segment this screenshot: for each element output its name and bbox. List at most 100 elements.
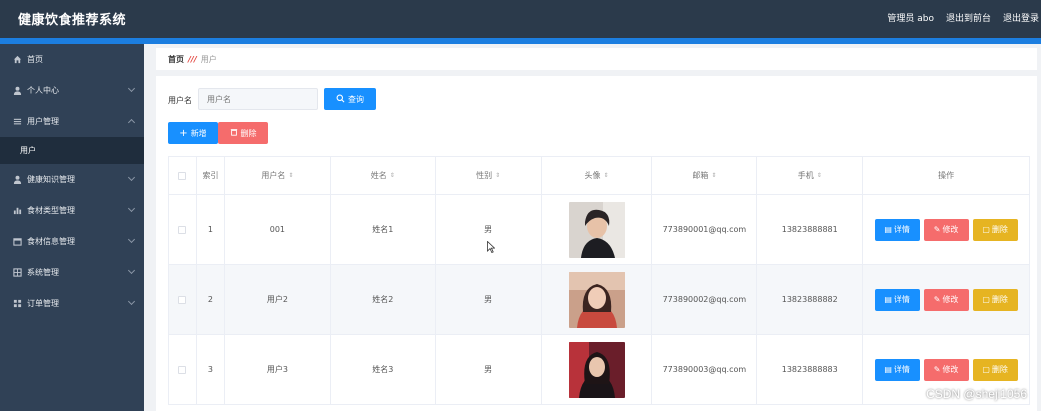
cell-gender: 男 bbox=[436, 265, 542, 334]
header-label: 邮箱 bbox=[692, 171, 709, 180]
breadcrumb-current: 用户 bbox=[200, 54, 217, 64]
trash-icon: ▢ bbox=[982, 225, 990, 234]
trash-icon: ▢ bbox=[982, 295, 990, 304]
delete-button[interactable]: ▢ 删除 bbox=[972, 218, 1018, 241]
table-row: 3 用户3 姓名3 男 773890003@qq.com 13823888883 bbox=[169, 335, 1030, 405]
cell-phone: 13823888882 bbox=[757, 265, 864, 334]
delete-label: 删除 bbox=[991, 295, 1008, 304]
sort-icon: ⇕ bbox=[816, 172, 822, 179]
row-checkbox[interactable] bbox=[178, 225, 187, 234]
detail-button[interactable]: ▤ 详情 bbox=[874, 288, 920, 311]
admin-label: 管理员 abo bbox=[887, 14, 934, 24]
cell-phone: 13823888881 bbox=[757, 195, 864, 264]
back-to-front-link[interactable]: 退出到前台 bbox=[946, 11, 991, 24]
chevron-down-icon bbox=[127, 266, 136, 275]
delete-label: 删除 bbox=[991, 365, 1008, 374]
cell-actions: ▤ 详情 ✎ 修改 ▢ 删除 bbox=[863, 195, 1030, 264]
add-button[interactable]: + 新增 bbox=[168, 122, 218, 144]
detail-button[interactable]: ▤ 详情 bbox=[874, 218, 920, 241]
list-icon bbox=[12, 117, 22, 127]
edit-button[interactable]: ✎ 修改 bbox=[923, 218, 969, 241]
user-icon bbox=[12, 86, 22, 96]
logout-link[interactable]: 退出登录 bbox=[1003, 11, 1039, 24]
header-actions: 操作 bbox=[863, 157, 1030, 194]
sort-icon: ⇕ bbox=[288, 172, 294, 179]
select-all-checkbox[interactable] bbox=[178, 171, 187, 180]
edit-button[interactable]: ✎ 修改 bbox=[923, 358, 969, 381]
delete-label: 删除 bbox=[991, 225, 1008, 234]
cell-actions: ▤ 详情 ✎ 修改 ▢ 删除 bbox=[863, 265, 1030, 334]
cell-gender: 男 bbox=[436, 195, 542, 264]
query-button[interactable]: 查询 bbox=[324, 88, 376, 110]
sidebar-item-user-management[interactable]: 用户管理 bbox=[0, 106, 144, 137]
sort-icon: ⇕ bbox=[603, 172, 609, 179]
users-table: 索引 用户名 ⇕ 姓名 ⇕ 性别 ⇕ 头像 ⇕ 邮箱 ⇕ 手机 ⇕ 操作 1 001 姓名1… bbox=[168, 156, 1030, 405]
delete-button[interactable]: ▢ 删除 bbox=[972, 358, 1018, 381]
row-select-cell bbox=[169, 195, 197, 264]
row-select-cell bbox=[169, 265, 197, 334]
cell-email: 773890002@qq.com bbox=[652, 265, 758, 334]
watermark: CSDN @sheji1056 bbox=[926, 387, 1027, 401]
batch-delete-button[interactable]: 删除 bbox=[218, 122, 268, 144]
chevron-down-icon bbox=[127, 84, 136, 93]
bar-chart-icon bbox=[12, 206, 22, 216]
header-phone[interactable]: 手机 ⇕ bbox=[757, 157, 864, 194]
grid-icon bbox=[12, 268, 22, 278]
cell-username: 用户3 bbox=[225, 335, 331, 404]
document-icon: ▤ bbox=[884, 225, 892, 234]
username-search-input[interactable] bbox=[198, 88, 318, 110]
cell-avatar bbox=[542, 335, 653, 404]
sidebar-item-label: 食材信息管理 bbox=[27, 237, 75, 246]
edit-label: 修改 bbox=[942, 295, 959, 304]
edit-button[interactable]: ✎ 修改 bbox=[923, 288, 969, 311]
delete-button[interactable]: ▢ 删除 bbox=[972, 288, 1018, 311]
sidebar-item-health-knowledge[interactable]: 健康知识管理 bbox=[0, 164, 144, 195]
plus-icon: + bbox=[179, 127, 188, 139]
sidebar-subitem-users[interactable]: 用户 bbox=[0, 137, 144, 164]
sidebar-item-order-management[interactable]: 订单管理 bbox=[0, 288, 144, 319]
content-panel: 用户名 查询 + 新增 删除 索引 用户名⇕ 姓名⇕ 性别⇕ 头 bbox=[156, 76, 1037, 411]
breadcrumb-separator: /// bbox=[188, 54, 197, 64]
home-icon bbox=[12, 55, 22, 65]
sidebar-item-label: 系统管理 bbox=[27, 268, 59, 277]
header-gender[interactable]: 性别 ⇕ bbox=[436, 157, 542, 194]
search-icon bbox=[336, 94, 345, 105]
header-index: 索引 bbox=[197, 157, 225, 194]
sidebar: 首页 个人中心 用户管理 用户 健康知识管理 食材类型管理 食材信息管理 系统管… bbox=[0, 44, 144, 411]
calendar-icon bbox=[12, 237, 22, 247]
header-label: 用户名 bbox=[261, 171, 286, 180]
search-label: 用户名 bbox=[168, 96, 192, 105]
sidebar-item-personal-center[interactable]: 个人中心 bbox=[0, 75, 144, 106]
table-row: 2 用户2 姓名2 男 773890002@qq.com 13823888882 bbox=[169, 265, 1030, 335]
sidebar-item-home[interactable]: 首页 bbox=[0, 44, 144, 75]
detail-label: 详情 bbox=[893, 225, 910, 234]
sidebar-item-ingredient-info[interactable]: 食材信息管理 bbox=[0, 226, 144, 257]
sidebar-item-label: 个人中心 bbox=[27, 86, 59, 95]
row-checkbox[interactable] bbox=[178, 365, 187, 374]
avatar bbox=[568, 201, 625, 258]
breadcrumb-home[interactable]: 首页 bbox=[168, 54, 184, 65]
header-email[interactable]: 邮箱 ⇕ bbox=[652, 157, 758, 194]
row-checkbox[interactable] bbox=[178, 295, 187, 304]
detail-button[interactable]: ▤ 详情 bbox=[874, 358, 920, 381]
chevron-down-icon bbox=[127, 297, 136, 306]
sort-icon: ⇕ bbox=[711, 172, 717, 179]
header-username[interactable]: 用户名 ⇕ bbox=[225, 157, 331, 194]
sidebar-item-ingredient-types[interactable]: 食材类型管理 bbox=[0, 195, 144, 226]
sort-icon: ⇕ bbox=[389, 172, 395, 179]
main-content: 首页 /// 用户 用户名 查询 + 新增 删除 索引 用户名⇕ bbox=[144, 44, 1041, 411]
header-label: 手机 bbox=[797, 171, 814, 180]
header-avatar[interactable]: 头像 ⇕ bbox=[542, 157, 653, 194]
cell-email: 773890001@qq.com bbox=[652, 195, 758, 264]
pencil-icon: ✎ bbox=[933, 295, 941, 304]
row-select-cell bbox=[169, 335, 197, 404]
query-button-label: 查询 bbox=[348, 94, 364, 104]
mouse-cursor-icon bbox=[487, 241, 495, 253]
cell-index: 2 bbox=[197, 265, 225, 334]
edit-label: 修改 bbox=[942, 365, 959, 374]
sidebar-item-label: 食材类型管理 bbox=[27, 206, 75, 215]
chevron-down-icon bbox=[127, 235, 136, 244]
header-name[interactable]: 姓名 ⇕ bbox=[331, 157, 436, 194]
sidebar-item-system-management[interactable]: 系统管理 bbox=[0, 257, 144, 288]
cell-gender: 男 bbox=[436, 335, 542, 404]
